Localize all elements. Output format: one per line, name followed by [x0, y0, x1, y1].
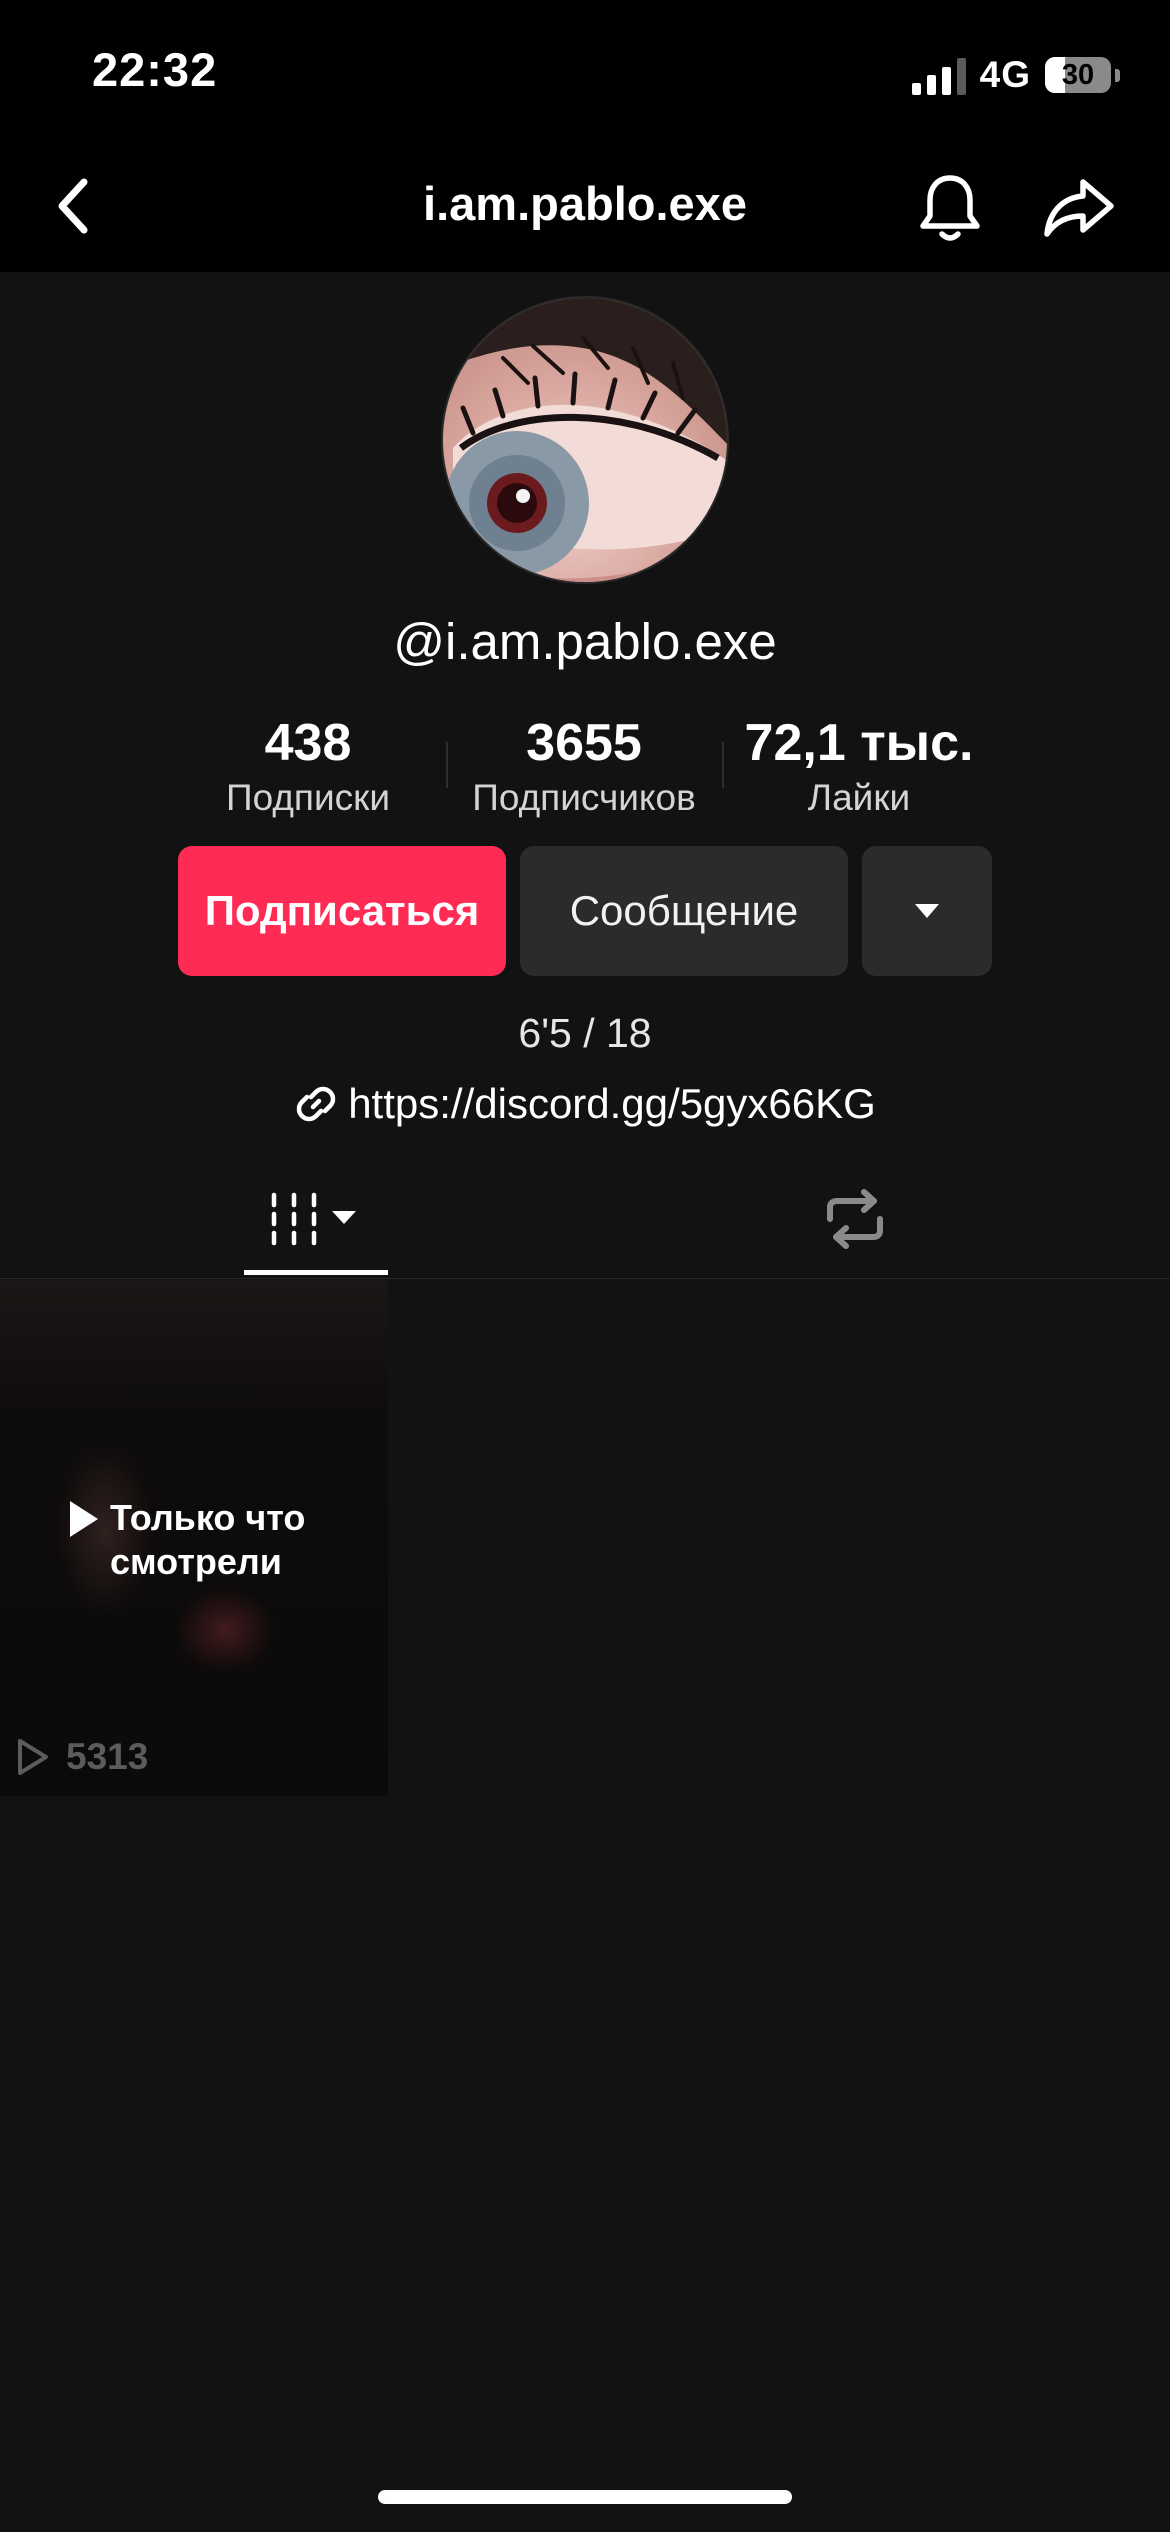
link-icon: [296, 1086, 336, 1122]
repost-icon: [827, 1189, 883, 1249]
video-thumbnail[interactable]: Только что смотрели 5313: [0, 1280, 388, 1796]
message-button[interactable]: Сообщение: [520, 846, 848, 976]
suggested-accounts-button[interactable]: [862, 846, 992, 976]
status-indicators: 4G 30: [911, 50, 1120, 100]
play-icon: [70, 1501, 98, 1537]
content-tabs: [0, 1160, 1170, 1279]
stat-following-value: 438: [264, 714, 352, 772]
stat-likes-value: 72,1 тыс.: [744, 714, 974, 772]
stat-likes[interactable]: 72,1 тыс. Лайки: [729, 712, 989, 822]
signal-icon: [911, 55, 966, 95]
caret-down-icon: [915, 904, 939, 918]
stat-likes-label: Лайки: [807, 777, 911, 818]
profile-screen: 22:32 4G 30 i.am.pablo.exe @i.am.pablo.e…: [0, 0, 1170, 2532]
tab-reposts[interactable]: [790, 1160, 920, 1278]
avatar-image: [443, 298, 727, 582]
stat-followers[interactable]: 3655 Подписчиков: [454, 712, 714, 822]
battery-level: 30: [1061, 58, 1095, 91]
bell-icon: [920, 175, 980, 241]
stat-followers-label: Подписчиков: [472, 777, 696, 818]
battery-icon: 30: [1045, 57, 1111, 93]
nav-title: i.am.pablo.exe: [423, 177, 747, 230]
stat-divider: [446, 742, 448, 788]
stat-divider: [722, 742, 724, 788]
battery-cap: [1115, 68, 1120, 82]
profile-handle: @i.am.pablo.exe: [393, 613, 777, 670]
profile-bio: 6'5 / 18: [518, 1010, 652, 1056]
home-indicator[interactable]: [378, 2490, 792, 2504]
recently-watched-badge: Только что смотрели: [68, 1496, 370, 1584]
stat-followers-value: 3655: [526, 714, 642, 772]
share-button[interactable]: [1036, 168, 1122, 248]
network-label: 4G: [979, 54, 1031, 95]
follow-button[interactable]: Подписаться: [178, 846, 506, 976]
active-tab-indicator: [244, 1270, 388, 1275]
top-bar: 22:32 4G 30 i.am.pablo.exe: [0, 0, 1170, 272]
share-arrow-icon: [1044, 179, 1114, 237]
grid-videos-icon: [271, 1192, 356, 1246]
profile-link-text: https://discord.gg/5gyx66KG: [348, 1080, 876, 1127]
profile-link[interactable]: https://discord.gg/5gyx66KG: [0, 1080, 1170, 1128]
status-time: 22:32: [92, 43, 218, 96]
recently-watched-label: Только что смотрели: [110, 1497, 306, 1582]
video-view-count: 5313: [66, 1736, 149, 1777]
play-outline-icon: [18, 1739, 48, 1775]
video-views: 5313: [16, 1736, 148, 1778]
stat-following-label: Подписки: [225, 777, 390, 818]
profile-stats: 438 Подписки 3655 Подписчиков 72,1 тыс. …: [200, 712, 990, 822]
stat-following[interactable]: 438 Подписки: [178, 712, 438, 822]
notifications-button[interactable]: [910, 168, 990, 248]
avatar[interactable]: [441, 296, 729, 584]
tab-videos[interactable]: [244, 1160, 388, 1278]
